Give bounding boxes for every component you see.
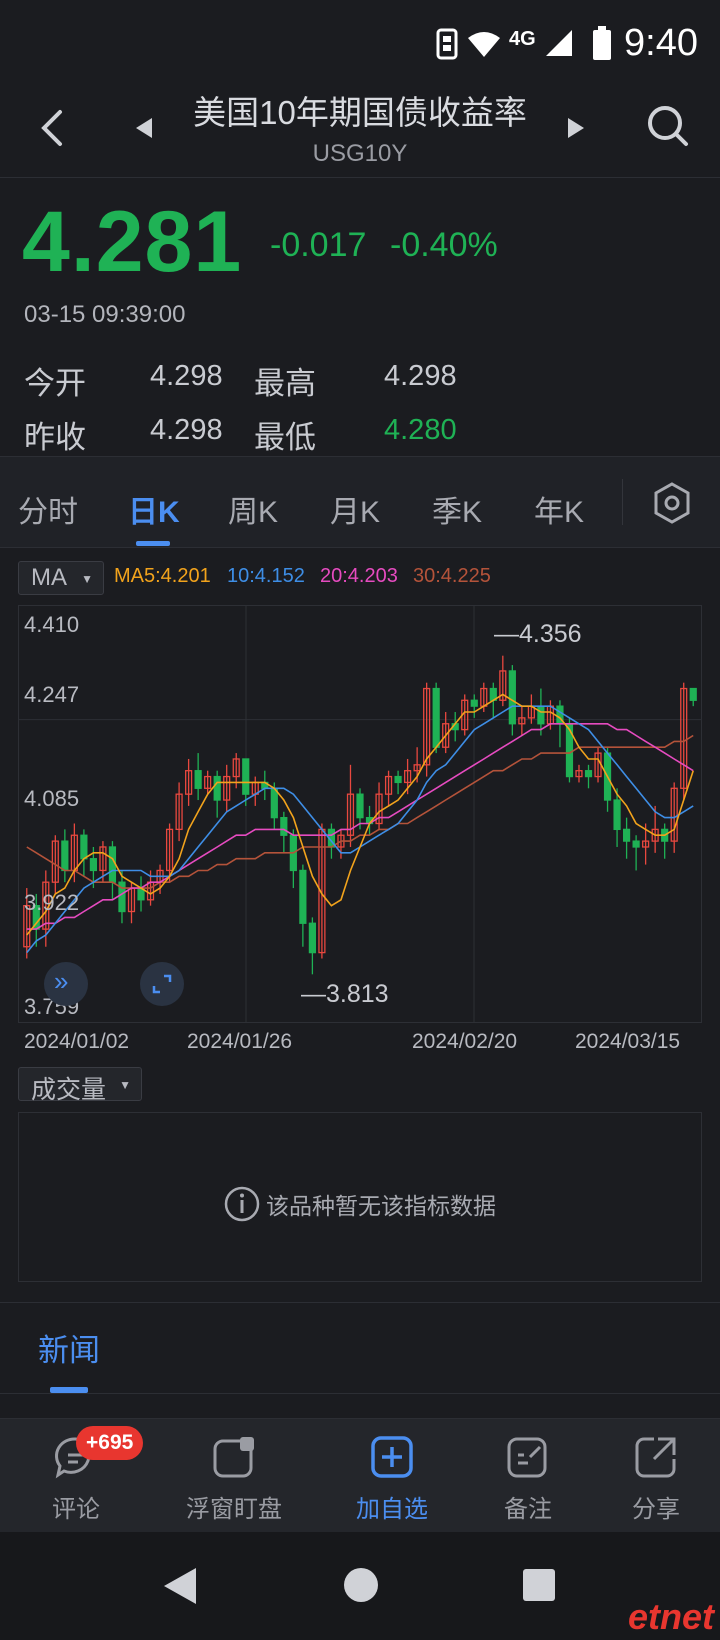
note-edit-icon bbox=[507, 1437, 547, 1478]
candle-down bbox=[470, 699, 478, 707]
candle-down bbox=[537, 705, 545, 725]
fullscreen-button[interactable] bbox=[140, 962, 184, 1006]
candle-down bbox=[61, 840, 69, 872]
candle-down bbox=[308, 922, 316, 954]
candle-down bbox=[622, 828, 631, 842]
double-chevron-right-icon: » bbox=[54, 966, 69, 996]
scroll-to-latest-button[interactable]: » bbox=[44, 962, 88, 1006]
candle-down bbox=[80, 834, 88, 860]
nav-recents-icon[interactable] bbox=[522, 1568, 556, 1602]
volume-selector-label: 成交量 bbox=[31, 1076, 107, 1104]
candle-down bbox=[394, 775, 402, 784]
y-tick-label: 3.922 bbox=[24, 890, 80, 915]
nav-home-icon[interactable] bbox=[342, 1566, 380, 1604]
max-value: 4.356 bbox=[519, 620, 582, 648]
chevron-down-icon: ▼ bbox=[119, 1078, 131, 1092]
min-value: 3.813 bbox=[326, 980, 389, 1008]
candle-down bbox=[213, 775, 221, 801]
add-watchlist-button[interactable]: 加自选 bbox=[320, 1419, 464, 1533]
candle-down bbox=[584, 770, 593, 778]
etnet-watermark: etnet bbox=[627, 1596, 714, 1637]
info-icon bbox=[224, 1186, 260, 1222]
candle-down bbox=[242, 758, 250, 795]
min-annotation: —3.813 bbox=[301, 980, 389, 1008]
x-tick-label: 2024/01/02 bbox=[24, 1030, 130, 1053]
no-data-text: 该品种暂无该指标数据 bbox=[266, 1193, 496, 1219]
system-nav-bar bbox=[0, 1532, 720, 1640]
candle-down bbox=[270, 787, 278, 819]
float-watch-button[interactable]: 浮窗盯盘 bbox=[162, 1419, 306, 1533]
candle-down bbox=[565, 723, 574, 778]
candle-down bbox=[194, 770, 202, 789]
nav-back-icon[interactable] bbox=[162, 1566, 198, 1606]
share-icon bbox=[635, 1437, 676, 1478]
candle-down bbox=[89, 858, 98, 872]
note-button[interactable]: 备注 bbox=[456, 1419, 600, 1533]
candle-down bbox=[689, 687, 697, 701]
x-tick-label: 2024/01/26 bbox=[187, 1030, 293, 1053]
floating-window-icon bbox=[213, 1437, 254, 1478]
add-watchlist-label: 加自选 bbox=[356, 1496, 428, 1523]
expand-icon bbox=[152, 974, 172, 994]
kline-chart[interactable] bbox=[0, 0, 720, 1030]
candle-down bbox=[356, 793, 364, 819]
tab-news[interactable]: 新闻 bbox=[38, 1325, 100, 1370]
y-tick-label: 4.247 bbox=[24, 682, 80, 707]
share-button[interactable]: 分享 bbox=[584, 1419, 720, 1533]
ma10-line bbox=[26, 705, 694, 954]
comments-label: 评论 bbox=[52, 1496, 100, 1523]
add-plus-icon bbox=[371, 1436, 413, 1478]
comments-count-badge: +695 bbox=[76, 1426, 144, 1460]
candle-down bbox=[613, 799, 621, 831]
no-data-message: 该品种暂无该指标数据 bbox=[0, 1186, 720, 1222]
y-tick-label: 4.085 bbox=[24, 786, 80, 811]
note-label: 备注 bbox=[504, 1496, 552, 1523]
candle-down bbox=[280, 816, 288, 836]
candle-down bbox=[432, 687, 440, 748]
divider bbox=[0, 1393, 720, 1394]
y-tick-label: 4.410 bbox=[24, 612, 80, 637]
share-label: 分享 bbox=[632, 1496, 680, 1523]
float-watch-label: 浮窗盯盘 bbox=[186, 1496, 282, 1523]
max-annotation: —4.356 bbox=[494, 620, 582, 648]
candle-down bbox=[632, 840, 640, 848]
candle-down bbox=[508, 670, 516, 725]
divider bbox=[0, 1302, 720, 1303]
x-tick-label: 2024/03/15 bbox=[575, 1030, 681, 1053]
volume-selector[interactable]: 成交量 ▼ bbox=[18, 1067, 142, 1104]
candle-down bbox=[299, 869, 307, 924]
candle-down bbox=[108, 846, 117, 883]
x-tick-label: 2024/02/20 bbox=[412, 1030, 518, 1053]
